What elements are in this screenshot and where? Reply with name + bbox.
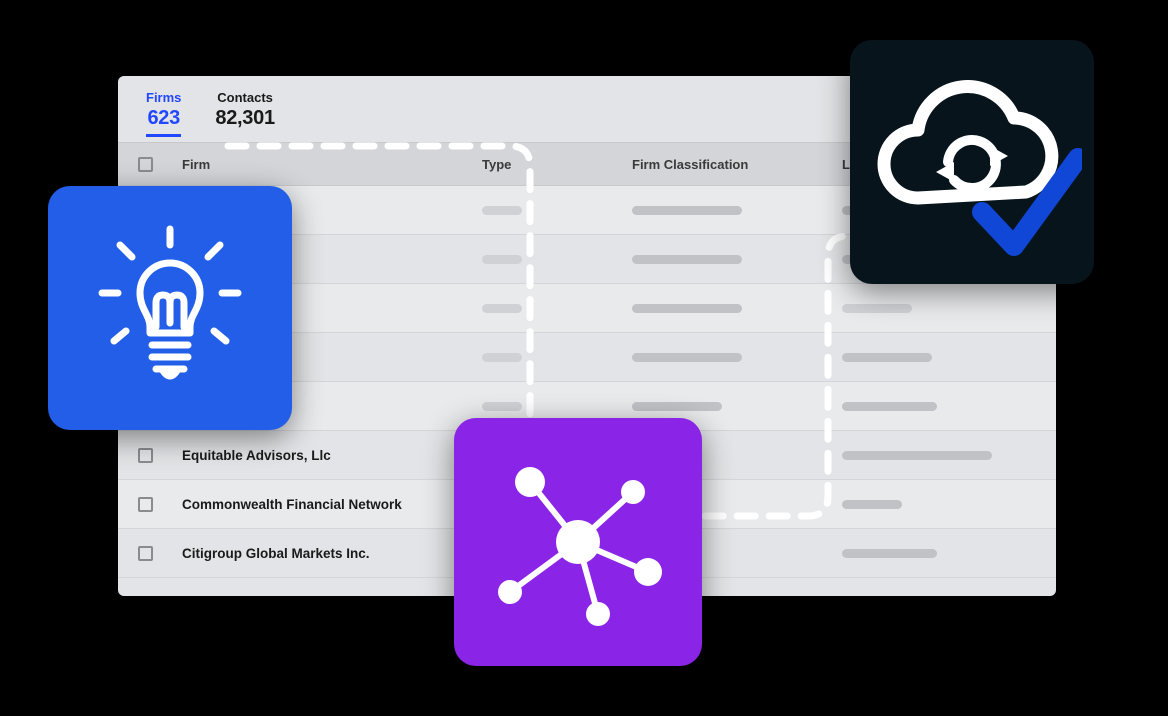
placeholder-icon xyxy=(842,500,902,509)
cloud-sync-check-icon xyxy=(862,62,1082,262)
placeholder-icon xyxy=(482,304,522,313)
tab-contacts-count: 82,301 xyxy=(215,107,274,130)
col-header-type[interactable]: Type xyxy=(482,157,632,172)
feature-card-insights xyxy=(48,186,292,430)
select-all-checkbox[interactable] xyxy=(138,157,153,172)
placeholder-icon xyxy=(482,255,522,264)
cell-firm: Commonwealth Financial Network xyxy=(182,497,482,512)
col-header-classification[interactable]: Firm Classification xyxy=(632,157,842,172)
placeholder-icon xyxy=(842,353,932,362)
placeholder-icon xyxy=(842,549,937,558)
placeholder-icon xyxy=(842,304,912,313)
cell-firm: Citigroup Global Markets Inc. xyxy=(182,546,482,561)
tab-contacts[interactable]: Contacts 82,301 xyxy=(215,90,274,134)
network-graph-icon xyxy=(478,442,678,642)
row-checkbox[interactable] xyxy=(138,448,153,463)
tab-contacts-label: Contacts xyxy=(217,90,273,105)
tab-firms[interactable]: Firms 623 xyxy=(146,90,181,137)
cell-firm: Equitable Advisors, Llc xyxy=(182,448,482,463)
placeholder-icon xyxy=(482,353,522,362)
placeholder-icon xyxy=(482,206,522,215)
tab-firms-label: Firms xyxy=(146,90,181,105)
feature-card-sync xyxy=(850,40,1094,284)
placeholder-icon xyxy=(482,402,522,411)
col-header-firm[interactable]: Firm xyxy=(182,157,482,172)
placeholder-icon xyxy=(632,304,742,313)
placeholder-icon xyxy=(842,402,937,411)
placeholder-icon xyxy=(842,451,992,460)
feature-card-network xyxy=(454,418,702,666)
lightbulb-icon xyxy=(90,223,250,393)
tab-firms-count: 623 xyxy=(147,107,179,130)
placeholder-icon xyxy=(632,255,742,264)
placeholder-icon xyxy=(632,402,722,411)
placeholder-icon xyxy=(632,353,742,362)
row-checkbox[interactable] xyxy=(138,497,153,512)
row-checkbox[interactable] xyxy=(138,546,153,561)
placeholder-icon xyxy=(632,206,742,215)
